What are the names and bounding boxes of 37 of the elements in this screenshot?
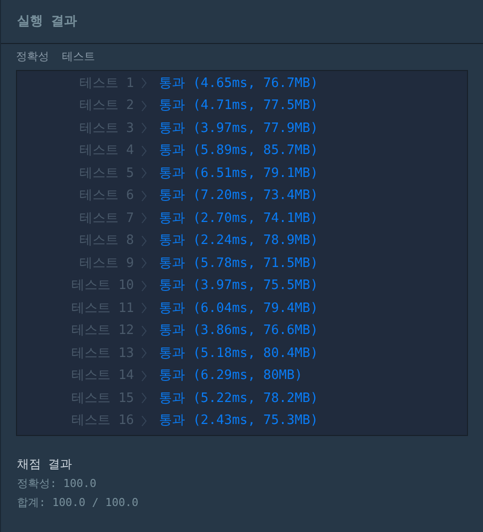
chevron-icon	[141, 302, 147, 314]
test-result: 통과 (3.86ms, 76.6MB)	[159, 322, 318, 340]
test-result: 통과 (2.43ms, 75.3MB)	[159, 412, 318, 430]
summary-title: 채점 결과	[17, 456, 74, 473]
test-result: 통과 (5.18ms, 80.4MB)	[159, 344, 318, 362]
chevron-icon	[141, 167, 147, 180]
test-result: 통과 (5.89ms, 85.7MB)	[159, 142, 318, 160]
chevron-icon	[141, 414, 147, 427]
chevron-icon	[141, 212, 147, 224]
test-result: 통과 (6.51ms, 79.1MB)	[159, 164, 318, 182]
test-result: 통과 (5.22ms, 78.2MB)	[159, 390, 318, 408]
chevron-icon	[141, 122, 147, 134]
test-result: 통과 (2.24ms, 78.9MB)	[159, 232, 318, 250]
chevron-icon	[141, 234, 147, 247]
chevron-icon	[141, 347, 147, 360]
test-result: 통과 (5.78ms, 71.5MB)	[159, 254, 318, 272]
chevron-icon	[141, 370, 147, 382]
test-result: 통과 (6.29ms, 80MB)	[159, 367, 302, 385]
test-result: 통과 (7.20ms, 73.4MB)	[159, 187, 318, 205]
section-title: 정확성 테스트	[16, 48, 96, 65]
test-result: 통과 (6.04ms, 79.4MB)	[159, 300, 318, 318]
chevron-icon	[141, 324, 147, 337]
chevron-icon	[141, 144, 147, 157]
chevron-icon	[141, 257, 147, 270]
test-result: 통과 (4.71ms, 77.5MB)	[159, 97, 318, 115]
panel-title: 실행 결과	[17, 12, 77, 31]
chevron-icon	[141, 392, 147, 404]
chevron-icon	[141, 280, 147, 292]
chevron-icon	[141, 190, 147, 202]
chevron-icon	[141, 77, 147, 90]
summary-line: 정확성: 100.0	[17, 476, 98, 492]
test-result: 통과 (4.65ms, 76.7MB)	[159, 74, 318, 92]
chevron-icon	[141, 100, 147, 112]
summary-line: 합계: 100.0 / 100.0	[17, 495, 140, 512]
test-result: 통과 (3.97ms, 75.5MB)	[159, 277, 318, 295]
test-result: 통과 (2.70ms, 74.1MB)	[159, 210, 318, 228]
test-result: 통과 (3.97ms, 77.9MB)	[159, 120, 318, 138]
